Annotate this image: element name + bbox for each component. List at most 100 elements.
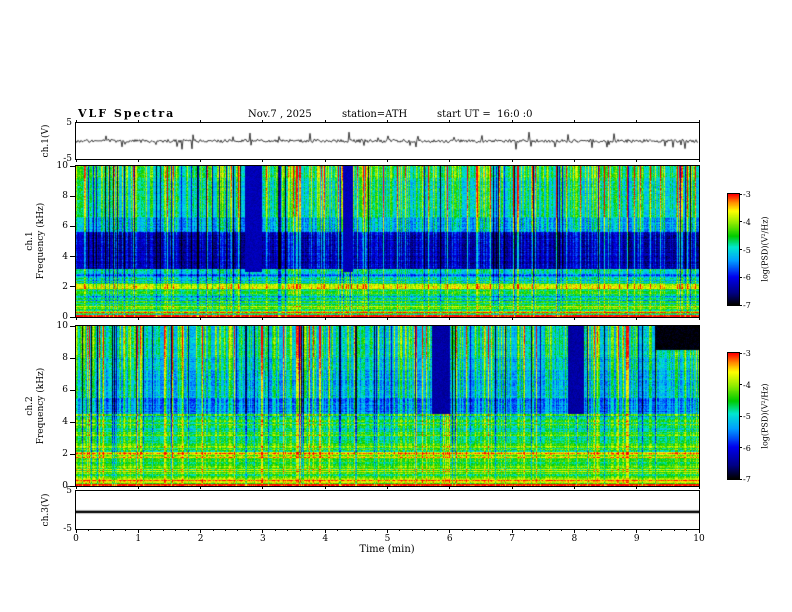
time-tick (324, 159, 326, 162)
ch2-spectrogram-panel: 0 2 4 6 8 10 (57, 321, 700, 491)
cbar-tick-label: -7 (743, 301, 751, 310)
time-tick (573, 120, 575, 123)
freq-tick (70, 389, 75, 391)
time-tick (262, 120, 264, 123)
time-tick (200, 159, 202, 162)
ch1-ymax-label: 5 (66, 118, 72, 128)
freq-tick-label: 8 (62, 353, 68, 363)
plot-date: Nov.7 , 2025 (248, 109, 312, 120)
time-tick (449, 120, 451, 123)
time-tick (200, 317, 202, 320)
time-major-tick (636, 529, 638, 533)
time-major-tick (75, 529, 77, 533)
time-tick (573, 317, 575, 320)
time-minor-tick (648, 529, 650, 531)
time-tick (636, 486, 638, 489)
cbar-tick-label: -6 (743, 273, 751, 283)
time-axis-label: Time (min) (359, 544, 415, 555)
time-tick (449, 317, 451, 320)
time-minor-tick (312, 529, 314, 531)
time-tick (511, 317, 513, 320)
colorbar-ch1: -3 -4 -5 -6 -7 (727, 190, 751, 310)
time-tick (387, 159, 388, 162)
time-tick (636, 317, 638, 320)
time-minor-tick (374, 529, 376, 531)
time-tick (698, 120, 700, 123)
time-tick (137, 486, 139, 489)
time-minor-tick (411, 529, 413, 531)
time-major-tick (511, 529, 513, 533)
time-minor-tick (299, 529, 301, 531)
ch1-label-channel: ch.1 (25, 231, 35, 251)
time-minor-tick (87, 529, 89, 531)
time-tick (387, 317, 388, 320)
cbar-tick (739, 478, 742, 480)
time-minor-tick (237, 529, 239, 531)
freq-tick-label: 2 (62, 281, 68, 292)
time-tick (387, 120, 388, 123)
time-tick (324, 120, 326, 123)
cbar-tick-label: -4 (743, 217, 751, 227)
ch3-ymax-label: 5 (66, 486, 72, 496)
time-tick (511, 120, 513, 123)
time-minor-tick (150, 529, 152, 531)
ch3-waveform-canvas (76, 491, 699, 529)
time-minor-tick (274, 529, 276, 531)
time-tick (137, 317, 139, 320)
time-tick (387, 486, 388, 489)
freq-tick-label: 10 (56, 161, 68, 171)
freq-tick-label: 2 (62, 449, 68, 459)
ch1-spectrogram-canvas (76, 166, 699, 317)
freq-tick-label: 10 (56, 321, 68, 331)
time-tick (262, 159, 264, 162)
time-tick (511, 486, 513, 489)
freq-tick (70, 195, 75, 197)
time-minor-tick (187, 529, 189, 531)
ch1-spectrogram-panel: 0 2 4 6 8 10 (57, 161, 700, 322)
time-minor-tick (499, 529, 501, 531)
time-minor-tick (661, 529, 663, 531)
colorbar-ch2-canvas (728, 353, 739, 479)
time-tick-label: 2 (197, 534, 204, 544)
time-minor-tick (212, 529, 214, 531)
time-tick-label: 7 (509, 534, 515, 544)
cbar-tick-label: -6 (743, 443, 751, 453)
time-minor-tick (686, 529, 688, 531)
time-tick-label: 4 (322, 534, 329, 544)
ch1-voltage-axis-label: ch.1(V) (41, 124, 51, 158)
ch3-waveform-panel: 5 -5 0 1 2 3 4 5 6 7 8 9 10 (63, 486, 705, 544)
cbar-tick (739, 276, 742, 278)
cbar-tick (739, 352, 742, 354)
ch3-ymin-label: -5 (63, 524, 72, 534)
vlf-spectra-figure: VLF Spectra Nov.7 , 2025 station=ATH sta… (0, 0, 792, 612)
time-minor-tick (536, 529, 538, 531)
time-tick-label: 1 (135, 534, 142, 544)
cbar-tick (739, 304, 742, 306)
cbar-tick-label: -5 (743, 412, 751, 421)
time-minor-tick (175, 529, 177, 531)
cbar-tick (739, 221, 742, 223)
freq-tick-label: 4 (62, 417, 68, 427)
time-minor-tick (362, 529, 364, 531)
cbar-tick (739, 415, 742, 417)
time-major-tick (137, 529, 139, 533)
time-minor-tick (249, 529, 251, 531)
time-tick-label: 9 (633, 534, 640, 544)
ch2-frequency-axis-label: ch.2 Frequency (kHz) (25, 368, 47, 445)
freq-tick (70, 421, 75, 423)
time-minor-tick (461, 529, 463, 531)
freq-tick (70, 325, 75, 327)
time-minor-tick (349, 529, 351, 531)
time-major-tick (324, 529, 326, 533)
cbar-tick-label: -3 (743, 349, 751, 358)
time-tick (698, 159, 700, 162)
time-minor-tick (474, 529, 476, 531)
colorbar-ch1-label: log(PSD)(V²/Hz) (760, 216, 770, 282)
colorbar-ch1-canvas (728, 194, 739, 305)
time-minor-tick (337, 529, 339, 531)
time-tick (200, 120, 202, 123)
cbar-tick-label: -4 (743, 380, 751, 390)
ch2-label-channel: ch.2 (25, 396, 35, 416)
freq-tick (70, 256, 75, 258)
ch1-frequency-axis-label: ch.1 Frequency (kHz) (25, 203, 47, 280)
